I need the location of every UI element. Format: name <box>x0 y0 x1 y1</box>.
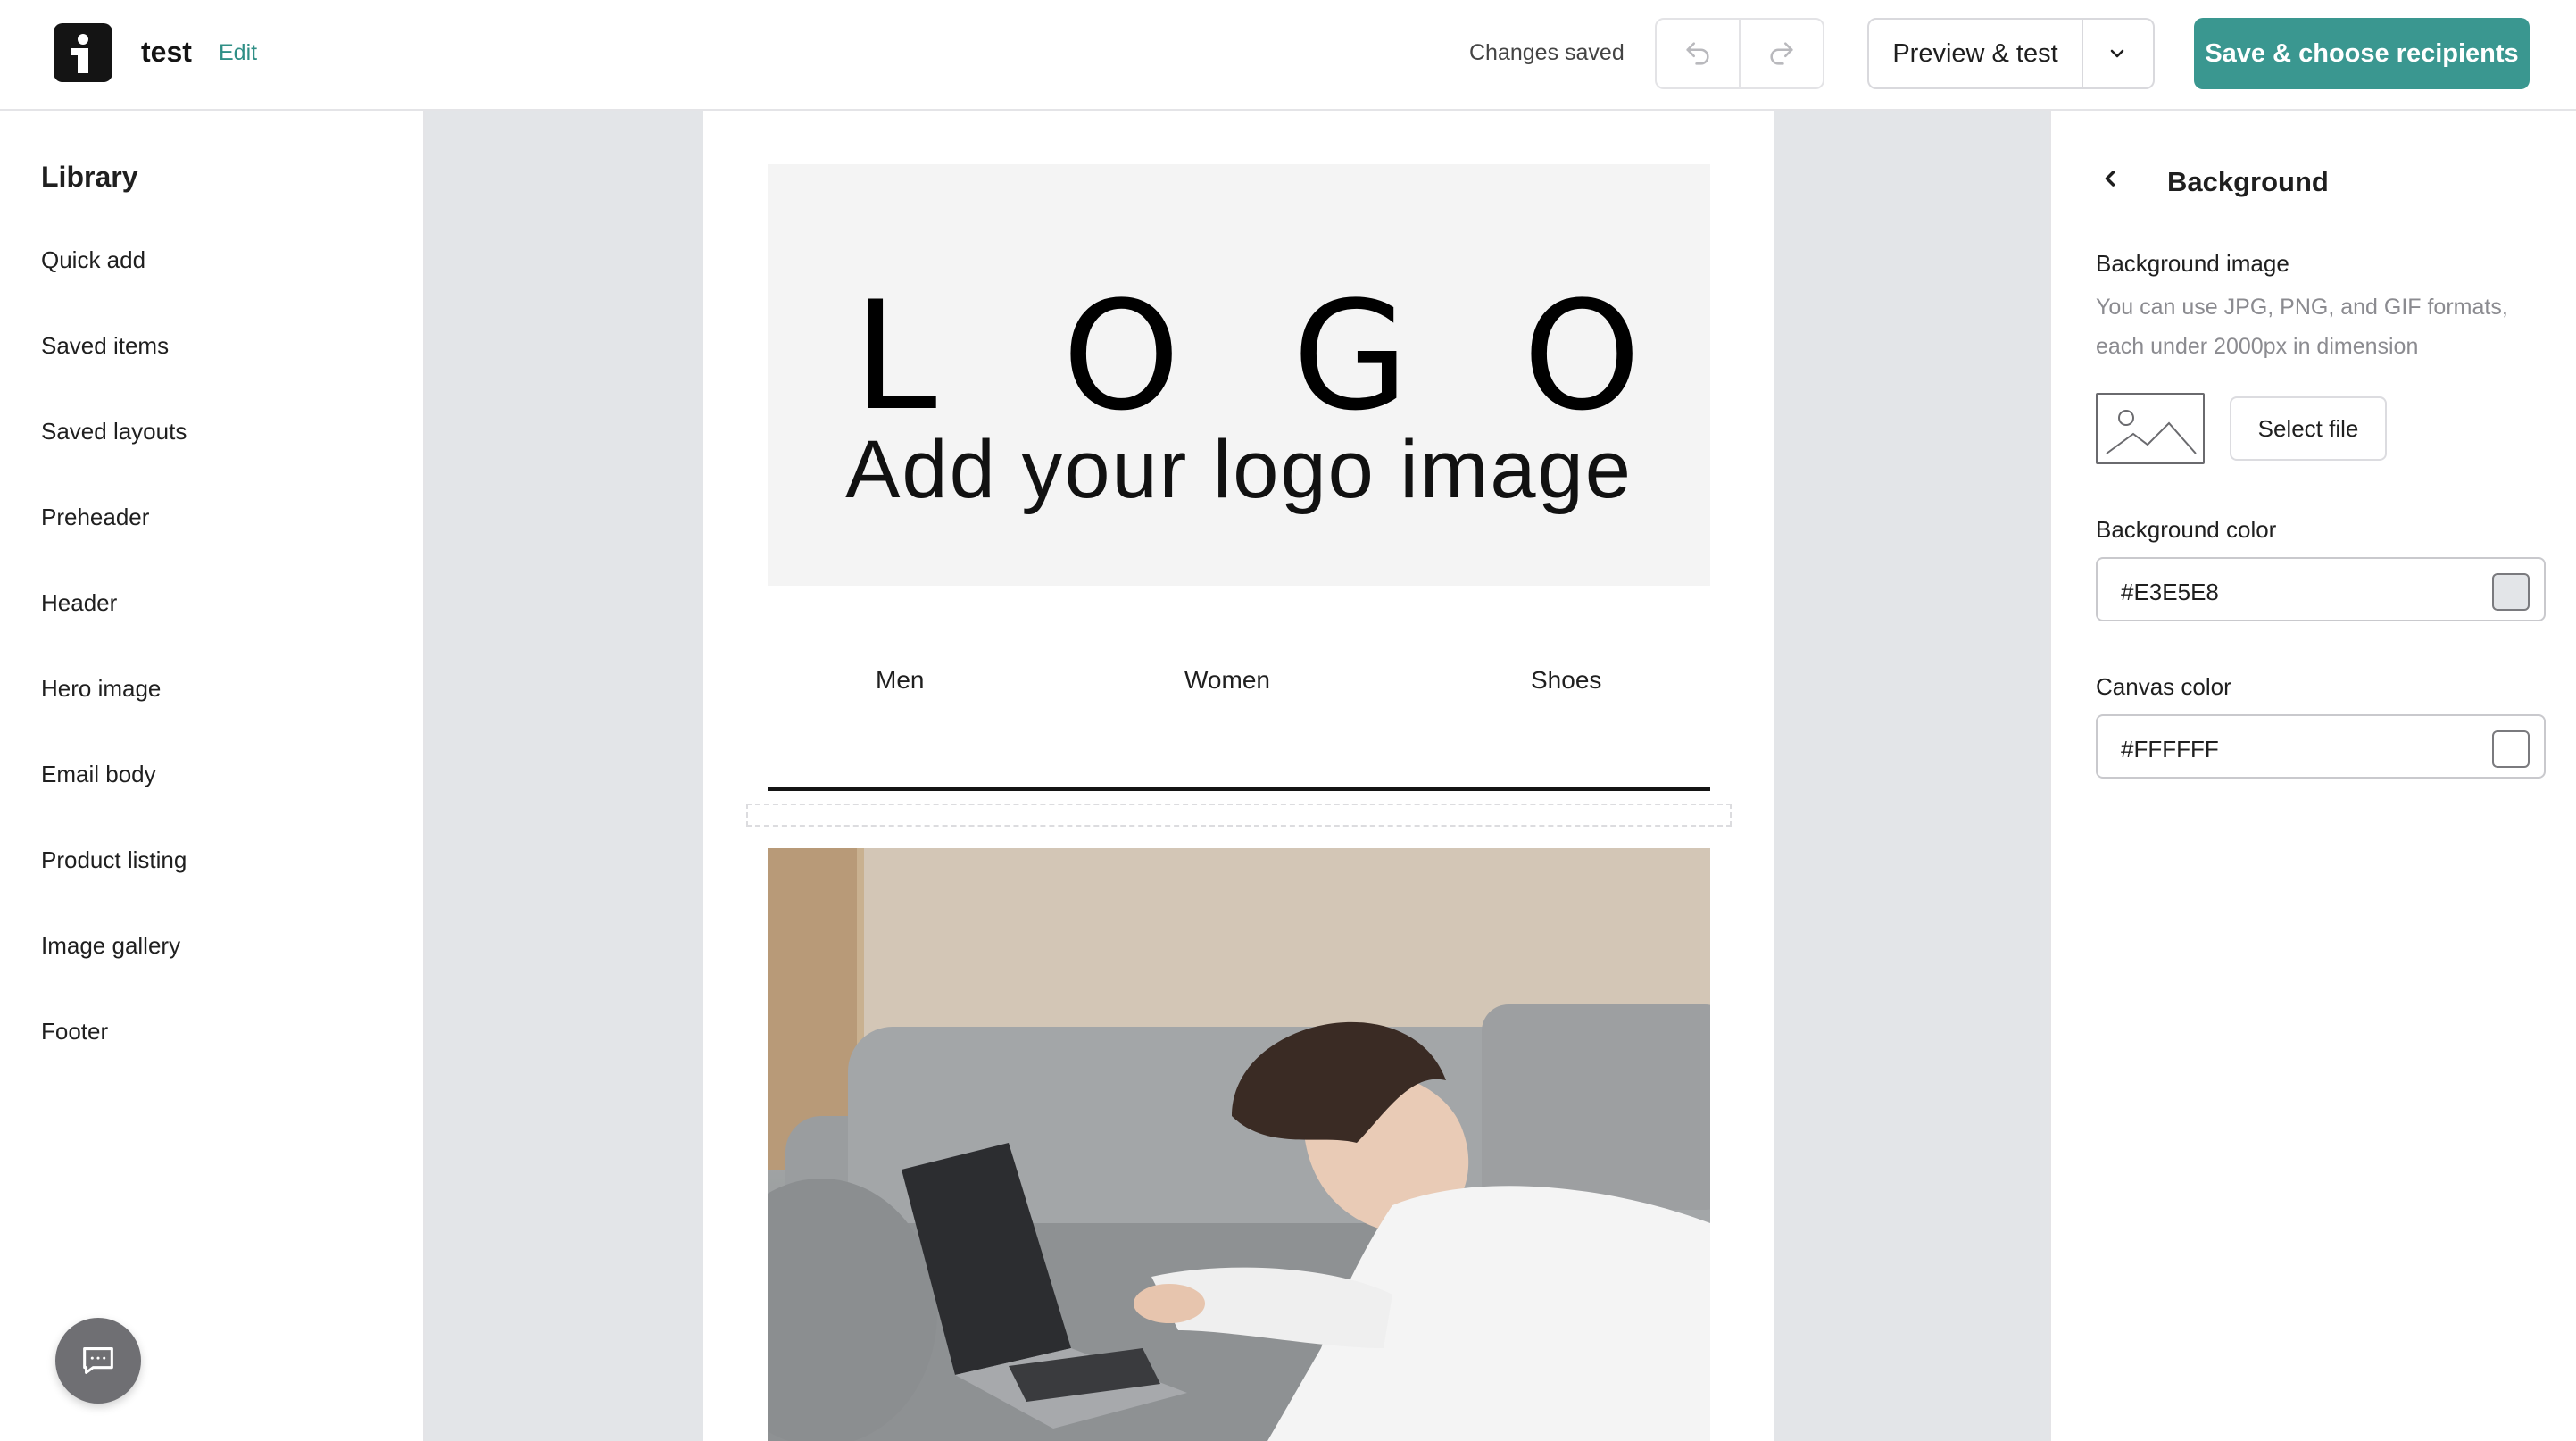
library-title: Library <box>41 161 138 193</box>
edit-title-link[interactable]: Edit <box>219 40 257 66</box>
hero-photo <box>768 848 1710 1441</box>
library-item-footer[interactable]: Footer <box>41 1018 108 1045</box>
save-status: Changes saved <box>1469 40 1625 65</box>
nav-link-men[interactable]: Men <box>876 666 924 695</box>
nav-link-shoes[interactable]: Shoes <box>1531 666 1601 695</box>
canvas-color-field[interactable]: #FFFFFF <box>2096 714 2546 779</box>
background-image-hint: You can use JPG, PNG, and GIF formats, e… <box>2096 295 2508 359</box>
nav-link-women[interactable]: Women <box>1184 666 1270 695</box>
logo-caption: Add your logo image <box>845 424 1633 515</box>
document-title: test <box>141 36 192 68</box>
library-item-product-listing[interactable]: Product listing <box>41 846 187 874</box>
library-item-saved-layouts[interactable]: Saved layouts <box>41 418 187 446</box>
undo-redo-group <box>1655 18 1824 89</box>
redo-button[interactable] <box>1739 20 1823 87</box>
library-item-hero-image[interactable]: Hero image <box>41 675 161 703</box>
email-canvas[interactable]: L O G O Add your logo image Men Women Sh… <box>703 111 1774 1441</box>
nav-divider <box>768 787 1710 791</box>
library-sidebar: Library Quick add Saved items Saved layo… <box>0 111 425 1441</box>
background-image-label: Background image <box>2096 250 2289 277</box>
logo-letter: O <box>1062 269 1181 444</box>
logo-letter: O <box>1523 269 1641 444</box>
hero-image[interactable] <box>768 848 1710 1441</box>
background-image-thumbnail[interactable] <box>2096 393 2205 464</box>
background-color-swatch[interactable] <box>2492 573 2530 611</box>
library-item-quick-add[interactable]: Quick add <box>41 246 145 274</box>
background-color-field[interactable]: #E3E5E8 <box>2096 557 2546 621</box>
undo-icon <box>1686 42 1709 65</box>
canvas-color-value: #FFFFFF <box>2121 736 2219 762</box>
block-drop-zone[interactable] <box>746 804 1732 827</box>
chat-support-button[interactable] <box>55 1318 141 1404</box>
panel-title: Background <box>2167 166 2329 197</box>
logo-letters: L O G O <box>768 269 1710 444</box>
logo-letter: L <box>853 269 937 444</box>
chevron-down-icon <box>2110 49 2124 58</box>
canvas-color-swatch[interactable] <box>2492 730 2530 768</box>
properties-panel: Background Background image You can use … <box>2049 111 2576 1441</box>
redo-icon <box>1770 42 1793 65</box>
library-item-saved-items[interactable]: Saved items <box>41 332 169 360</box>
background-color-label: Background color <box>2096 516 2277 543</box>
chat-icon <box>83 1347 113 1374</box>
logo-letter: G <box>1292 269 1409 444</box>
top-bar: test Edit Changes saved Preview & test S… <box>0 0 2576 111</box>
back-chevron-icon[interactable] <box>2098 166 2123 191</box>
background-color-value: #E3E5E8 <box>2121 579 2219 605</box>
canvas-color-label: Canvas color <box>2096 673 2231 700</box>
logo-placeholder[interactable]: L O G O Add your logo image <box>768 164 1710 586</box>
preview-test-button[interactable]: Preview & test <box>1867 18 2083 89</box>
image-placeholder-icon <box>2106 410 2197 454</box>
app-logo-icon[interactable] <box>54 23 112 82</box>
select-file-button[interactable]: Select file <box>2230 396 2387 461</box>
library-item-image-gallery[interactable]: Image gallery <box>41 932 180 960</box>
library-item-email-body[interactable]: Email body <box>41 761 156 788</box>
library-item-header[interactable]: Header <box>41 589 117 617</box>
library-item-preheader[interactable]: Preheader <box>41 504 149 531</box>
undo-button[interactable] <box>1657 20 1739 87</box>
preview-options-dropdown[interactable] <box>2082 18 2155 89</box>
save-choose-recipients-button[interactable]: Save & choose recipients <box>2194 18 2530 89</box>
